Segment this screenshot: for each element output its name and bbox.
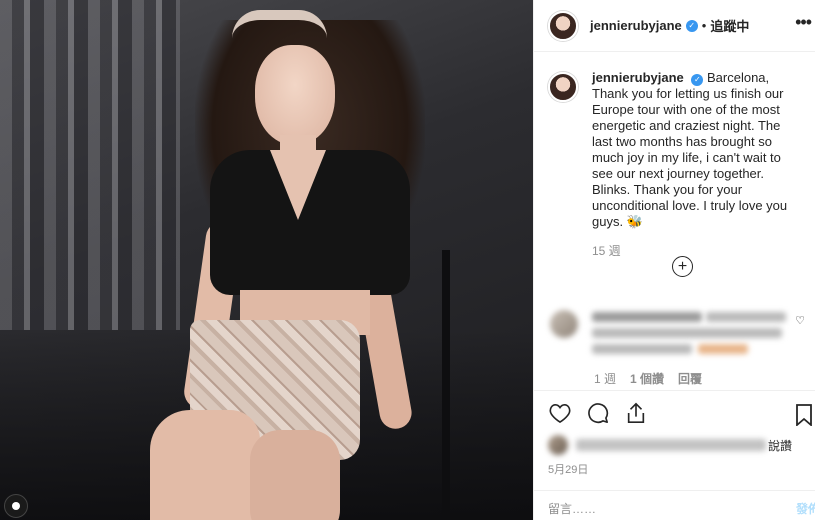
- caption-username[interactable]: jennierubyjane: [592, 70, 684, 85]
- avatar[interactable]: [548, 10, 578, 41]
- comment-reply-button[interactable]: 回覆: [678, 370, 702, 387]
- user-tag-icon[interactable]: [4, 494, 28, 518]
- verified-badge-icon: ✓: [691, 74, 704, 86]
- leg: [150, 410, 260, 520]
- clothing-rack: [0, 0, 180, 330]
- leg: [250, 430, 340, 520]
- load-more-comments-button[interactable]: +: [672, 256, 693, 277]
- comment-age: 1 週: [594, 372, 617, 386]
- bookmark-icon[interactable]: [792, 403, 815, 427]
- post-photo[interactable]: [0, 0, 533, 520]
- header-username[interactable]: jennierubyjane: [590, 18, 682, 33]
- likes-row[interactable]: 說讚: [548, 435, 792, 455]
- avatar: [548, 435, 568, 455]
- avatar[interactable]: [550, 310, 578, 338]
- comment-blurred-text: [706, 312, 786, 322]
- headband: [232, 10, 327, 44]
- separator-dot: •: [701, 18, 707, 33]
- following-button[interactable]: 追蹤中: [710, 16, 749, 35]
- caption: jennierubyjane ✓ Barcelona, Thank you fo…: [534, 52, 815, 230]
- post-actions: 說讚 5月29日: [534, 390, 815, 490]
- more-options-icon[interactable]: •••: [795, 12, 812, 33]
- comment-icon[interactable]: [586, 401, 610, 425]
- comment-blurred-username: [592, 312, 702, 322]
- post-side-panel: jennierubyjane ✓ • 追蹤中 ••• jennierubyjan…: [533, 0, 815, 520]
- comment-input[interactable]: 留言……: [548, 500, 596, 517]
- caption-body: Barcelona, Thank you for letting us fini…: [592, 70, 788, 229]
- post-comment-button[interactable]: 發佈: [796, 500, 815, 517]
- comment-blurred-emoji: [698, 344, 748, 354]
- share-icon[interactable]: [624, 401, 648, 425]
- likes-blurred-text: [576, 439, 766, 451]
- likes-tail: 說讚: [768, 438, 793, 453]
- comment-like-icon[interactable]: ♡: [795, 314, 805, 327]
- face: [255, 45, 335, 145]
- comment-likes[interactable]: 1 個讚: [630, 370, 664, 387]
- comment-meta: 1 週 1 個讚 回覆: [594, 370, 702, 387]
- add-comment-bar: 留言…… 發佈: [534, 490, 815, 520]
- post-date[interactable]: 5月29日: [548, 461, 588, 477]
- action-icons: [548, 401, 648, 425]
- verified-badge-icon: ✓: [685, 19, 698, 32]
- post-header: jennierubyjane ✓ • 追蹤中 •••: [534, 0, 815, 52]
- caption-timestamp: 15 週: [592, 244, 621, 258]
- comment-blurred-text: [592, 328, 782, 338]
- heart-icon[interactable]: [548, 401, 572, 425]
- v-neckline: [270, 150, 326, 220]
- caption-text: jennierubyjane ✓ Barcelona, Thank you fo…: [592, 70, 800, 230]
- avatar[interactable]: [548, 72, 578, 102]
- comment-blurred-text: [592, 344, 692, 354]
